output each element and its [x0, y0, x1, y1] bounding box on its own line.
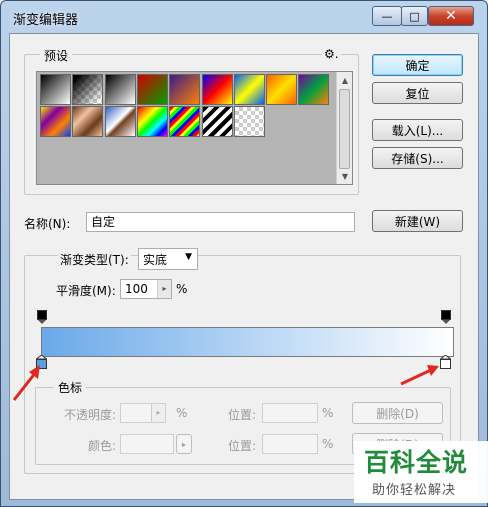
preset-swatch-copper[interactable] — [72, 106, 104, 137]
preset-swatch-fg-to-transparent[interactable] — [72, 74, 104, 105]
opacity-stop-right-icon[interactable] — [441, 310, 451, 324]
color-field[interactable] — [120, 434, 174, 454]
watermark-title: 百科全说 — [364, 448, 469, 477]
opacity-stepper-icon[interactable]: ▸ — [151, 404, 165, 422]
preset-swatch-violet-orange[interactable] — [169, 74, 201, 105]
opacity-location-label: 位置: — [228, 408, 257, 422]
presets-menu-gear-icon[interactable]: ⚙. — [322, 47, 341, 61]
dialog-client: 预设 ⚙. ▲ ▼ 确定 复位 载入(L)... 存储(S)... 名称(N):… — [9, 33, 479, 500]
delete-opacity-stop-button[interactable]: 删除(D) — [352, 402, 443, 424]
opacity-stop-left-icon[interactable] — [37, 310, 47, 324]
stops-legend: 色标 — [54, 379, 87, 396]
color-menu-icon[interactable]: ▸ — [176, 434, 192, 454]
chevron-down-icon: ▼ — [185, 252, 192, 262]
preset-swatch-panel: ▲ ▼ — [36, 71, 353, 185]
preset-swatch-spectrum[interactable] — [136, 106, 168, 137]
color-location-label: 位置: — [228, 439, 257, 453]
color-location-unit: % — [322, 437, 334, 451]
scroll-thumb[interactable] — [339, 89, 350, 169]
load-button[interactable]: 载入(L)... — [372, 119, 463, 141]
opacity-unit: % — [176, 406, 188, 420]
smoothness-label: 平滑度(M): — [56, 284, 116, 298]
reset-button[interactable]: 复位 — [372, 82, 463, 104]
preset-swatch-orange-yellow-orange[interactable] — [266, 74, 298, 105]
annotation-arrow-right-icon — [400, 365, 439, 386]
presets-scrollbar[interactable]: ▲ ▼ — [336, 72, 352, 184]
name-field[interactable]: 自定 — [86, 212, 355, 232]
preset-swatch-blue-red-yellow[interactable] — [201, 74, 233, 105]
new-button[interactable]: 新建(W) — [372, 210, 463, 232]
save-button[interactable]: 存储(S)... — [372, 147, 463, 169]
gradient-preview-bar[interactable] — [41, 327, 454, 357]
preset-swatch-black-white[interactable] — [104, 74, 136, 105]
smoothness-stepper-icon[interactable]: ▸ — [157, 280, 171, 298]
gradient-type-select[interactable]: 实底 ▼ — [138, 248, 198, 270]
smoothness-value: 100 — [125, 282, 148, 296]
preset-swatch-transparent-rainbow[interactable] — [169, 106, 201, 137]
gradient-type-value: 实底 — [143, 253, 168, 267]
preset-swatch-blue-yellow-blue[interactable] — [233, 74, 265, 105]
minimize-button[interactable]: — — [372, 6, 402, 26]
watermark: 百科全说 助你轻松解决 — [354, 441, 488, 503]
preset-swatch-fg-to-bg[interactable] — [40, 74, 71, 105]
close-icon: ✕ — [445, 8, 457, 24]
color-location-field[interactable] — [262, 434, 318, 454]
minimize-icon: — — [381, 9, 393, 23]
color-label: 颜色: — [88, 439, 117, 453]
close-button[interactable]: ✕ — [428, 6, 474, 26]
preset-swatch-yellow-violet-orange-blue[interactable] — [40, 106, 71, 137]
window-title: 渐变编辑器 — [13, 13, 79, 28]
scroll-up-icon[interactable]: ▲ — [337, 72, 353, 88]
smoothness-unit: % — [176, 282, 188, 296]
opacity-field[interactable]: ▸ — [120, 403, 166, 423]
opacity-location-unit: % — [322, 406, 334, 420]
preset-swatch-checker-transparent[interactable] — [233, 106, 265, 137]
preset-swatch-violet-green-orange[interactable] — [298, 74, 330, 105]
gradient-type-label: 渐变类型(T): — [58, 251, 131, 268]
scroll-down-icon[interactable]: ▼ — [337, 168, 353, 184]
title-bar[interactable]: 渐变编辑器 — □ ✕ — [1, 1, 487, 35]
ok-button[interactable]: 确定 — [372, 54, 463, 76]
watermark-subtitle: 助你轻松解决 — [372, 483, 457, 498]
color-stop-right-icon[interactable] — [440, 355, 451, 369]
preset-swatch-chrome[interactable] — [104, 106, 136, 137]
preset-swatch-transparent-stripes[interactable] — [201, 106, 233, 137]
maximize-icon: □ — [409, 9, 420, 23]
smoothness-field[interactable]: 100 ▸ — [120, 279, 172, 299]
presets-legend: 预设 — [40, 47, 73, 64]
opacity-label: 不透明度: — [64, 408, 117, 422]
preset-swatch-red-green[interactable] — [136, 74, 168, 105]
maximize-button[interactable]: □ — [401, 6, 428, 26]
opacity-location-field[interactable] — [262, 403, 318, 423]
gradient-editor-window: 渐变编辑器 — □ ✕ 预设 ⚙. ▲ ▼ 确定 复位 载入(L)... 存储(… — [0, 0, 488, 507]
name-label: 名称(N): — [24, 217, 71, 231]
